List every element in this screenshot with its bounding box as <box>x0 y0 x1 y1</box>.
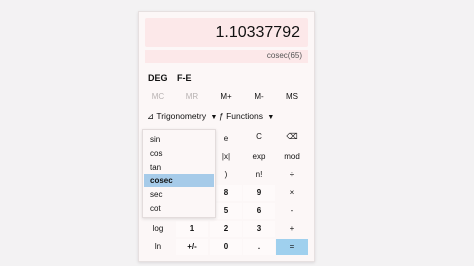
exp-button[interactable]: exp <box>243 149 275 165</box>
mod-button[interactable]: mod <box>276 149 308 165</box>
expression-bar: cosec(65) <box>145 50 308 63</box>
memory-subtract-button[interactable]: M- <box>243 92 275 101</box>
factorial-button[interactable]: n! <box>243 167 275 183</box>
caret-down-icon: ▼ <box>210 114 218 121</box>
digit-9-button[interactable]: 9 <box>243 185 275 201</box>
functions-label: Functions <box>226 111 263 121</box>
menu-item-cos[interactable]: cos <box>144 147 214 160</box>
clear-button[interactable]: C <box>243 129 275 145</box>
digit-6-button[interactable]: 6 <box>243 203 275 219</box>
backspace-button[interactable]: ⌫ <box>276 129 308 145</box>
memory-store-button[interactable]: MS <box>276 92 308 101</box>
calculator: 1.10337792 cosec(65) DEG F-E MC MR M+ M-… <box>138 11 315 262</box>
log-button[interactable]: log <box>142 221 174 237</box>
menu-item-sin[interactable]: sin <box>144 133 214 146</box>
functions-dropdown[interactable]: ƒ Functions ▼ <box>219 111 274 121</box>
trigonometry-menu: sin cos tan cosec sec cot <box>142 129 216 218</box>
digit-0-button[interactable]: 0 <box>210 239 242 255</box>
minus-button[interactable]: - <box>276 203 308 219</box>
digit-3-button[interactable]: 3 <box>243 221 275 237</box>
divide-button[interactable]: ÷ <box>276 167 308 183</box>
menu-item-sec[interactable]: sec <box>144 188 214 201</box>
menu-item-cot[interactable]: cot <box>144 202 214 215</box>
equals-button[interactable]: = <box>276 239 308 255</box>
memory-clear-button[interactable]: MC <box>142 92 174 101</box>
decimal-button[interactable]: . <box>243 239 275 255</box>
display: 1.10337792 <box>145 18 308 47</box>
negate-button[interactable]: +/- <box>176 239 208 255</box>
angle-mode-button[interactable]: DEG <box>148 73 168 83</box>
menu-item-tan[interactable]: tan <box>144 161 214 174</box>
ln-button[interactable]: ln <box>142 239 174 255</box>
notation-mode-button[interactable]: F-E <box>177 73 192 83</box>
display-value: 1.10337792 <box>215 24 300 41</box>
triangle-icon: ⊿ <box>147 111 155 121</box>
digit-1-button[interactable]: 1 <box>176 221 208 237</box>
expression-text: cosec(65) <box>266 51 302 60</box>
multiply-button[interactable]: × <box>276 185 308 201</box>
caret-down-icon: ▼ <box>267 114 275 121</box>
memory-recall-button[interactable]: MR <box>176 92 208 101</box>
digit-2-button[interactable]: 2 <box>210 221 242 237</box>
trigonometry-dropdown[interactable]: ⊿ Trigonometry ▼ <box>147 111 217 122</box>
function-icon: ƒ <box>219 111 224 121</box>
memory-add-button[interactable]: M+ <box>210 92 242 101</box>
trigonometry-label: Trigonometry <box>156 111 207 121</box>
plus-button[interactable]: + <box>276 221 308 237</box>
menu-item-cosec[interactable]: cosec <box>144 174 214 187</box>
